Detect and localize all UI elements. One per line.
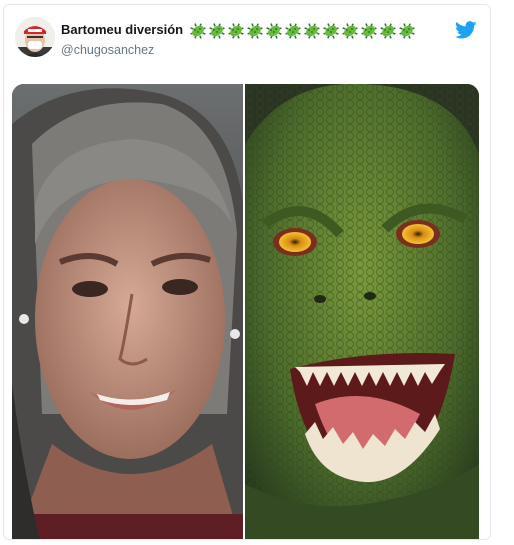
lizard-creature-photo — [245, 84, 479, 539]
virus-icon — [228, 23, 244, 39]
tweet-media[interactable] — [12, 84, 479, 539]
virus-icon — [323, 23, 339, 39]
display-name[interactable]: Bartomeu diversión — [61, 22, 183, 37]
virus-icon — [285, 23, 301, 39]
virus-icon — [361, 23, 377, 39]
virus-icon — [304, 23, 320, 39]
user-handle[interactable]: @chugosanchez — [61, 43, 154, 57]
virus-icon — [342, 23, 358, 39]
woman-portrait-photo — [12, 84, 243, 539]
virus-icon — [380, 23, 396, 39]
tweet-header: Bartomeu diversión @chugosanchez — [4, 5, 490, 75]
twitter-bird-icon[interactable] — [455, 21, 477, 39]
virus-icon — [266, 23, 282, 39]
tweet-card: Bartomeu diversión @chugosanchez — [3, 4, 491, 540]
virus-icon — [247, 23, 263, 39]
avatar[interactable] — [15, 17, 55, 57]
name-emoji-row — [189, 22, 416, 40]
virus-icon — [190, 23, 206, 39]
avatar-picture — [15, 17, 55, 57]
virus-icon — [209, 23, 225, 39]
virus-icon — [399, 23, 415, 39]
